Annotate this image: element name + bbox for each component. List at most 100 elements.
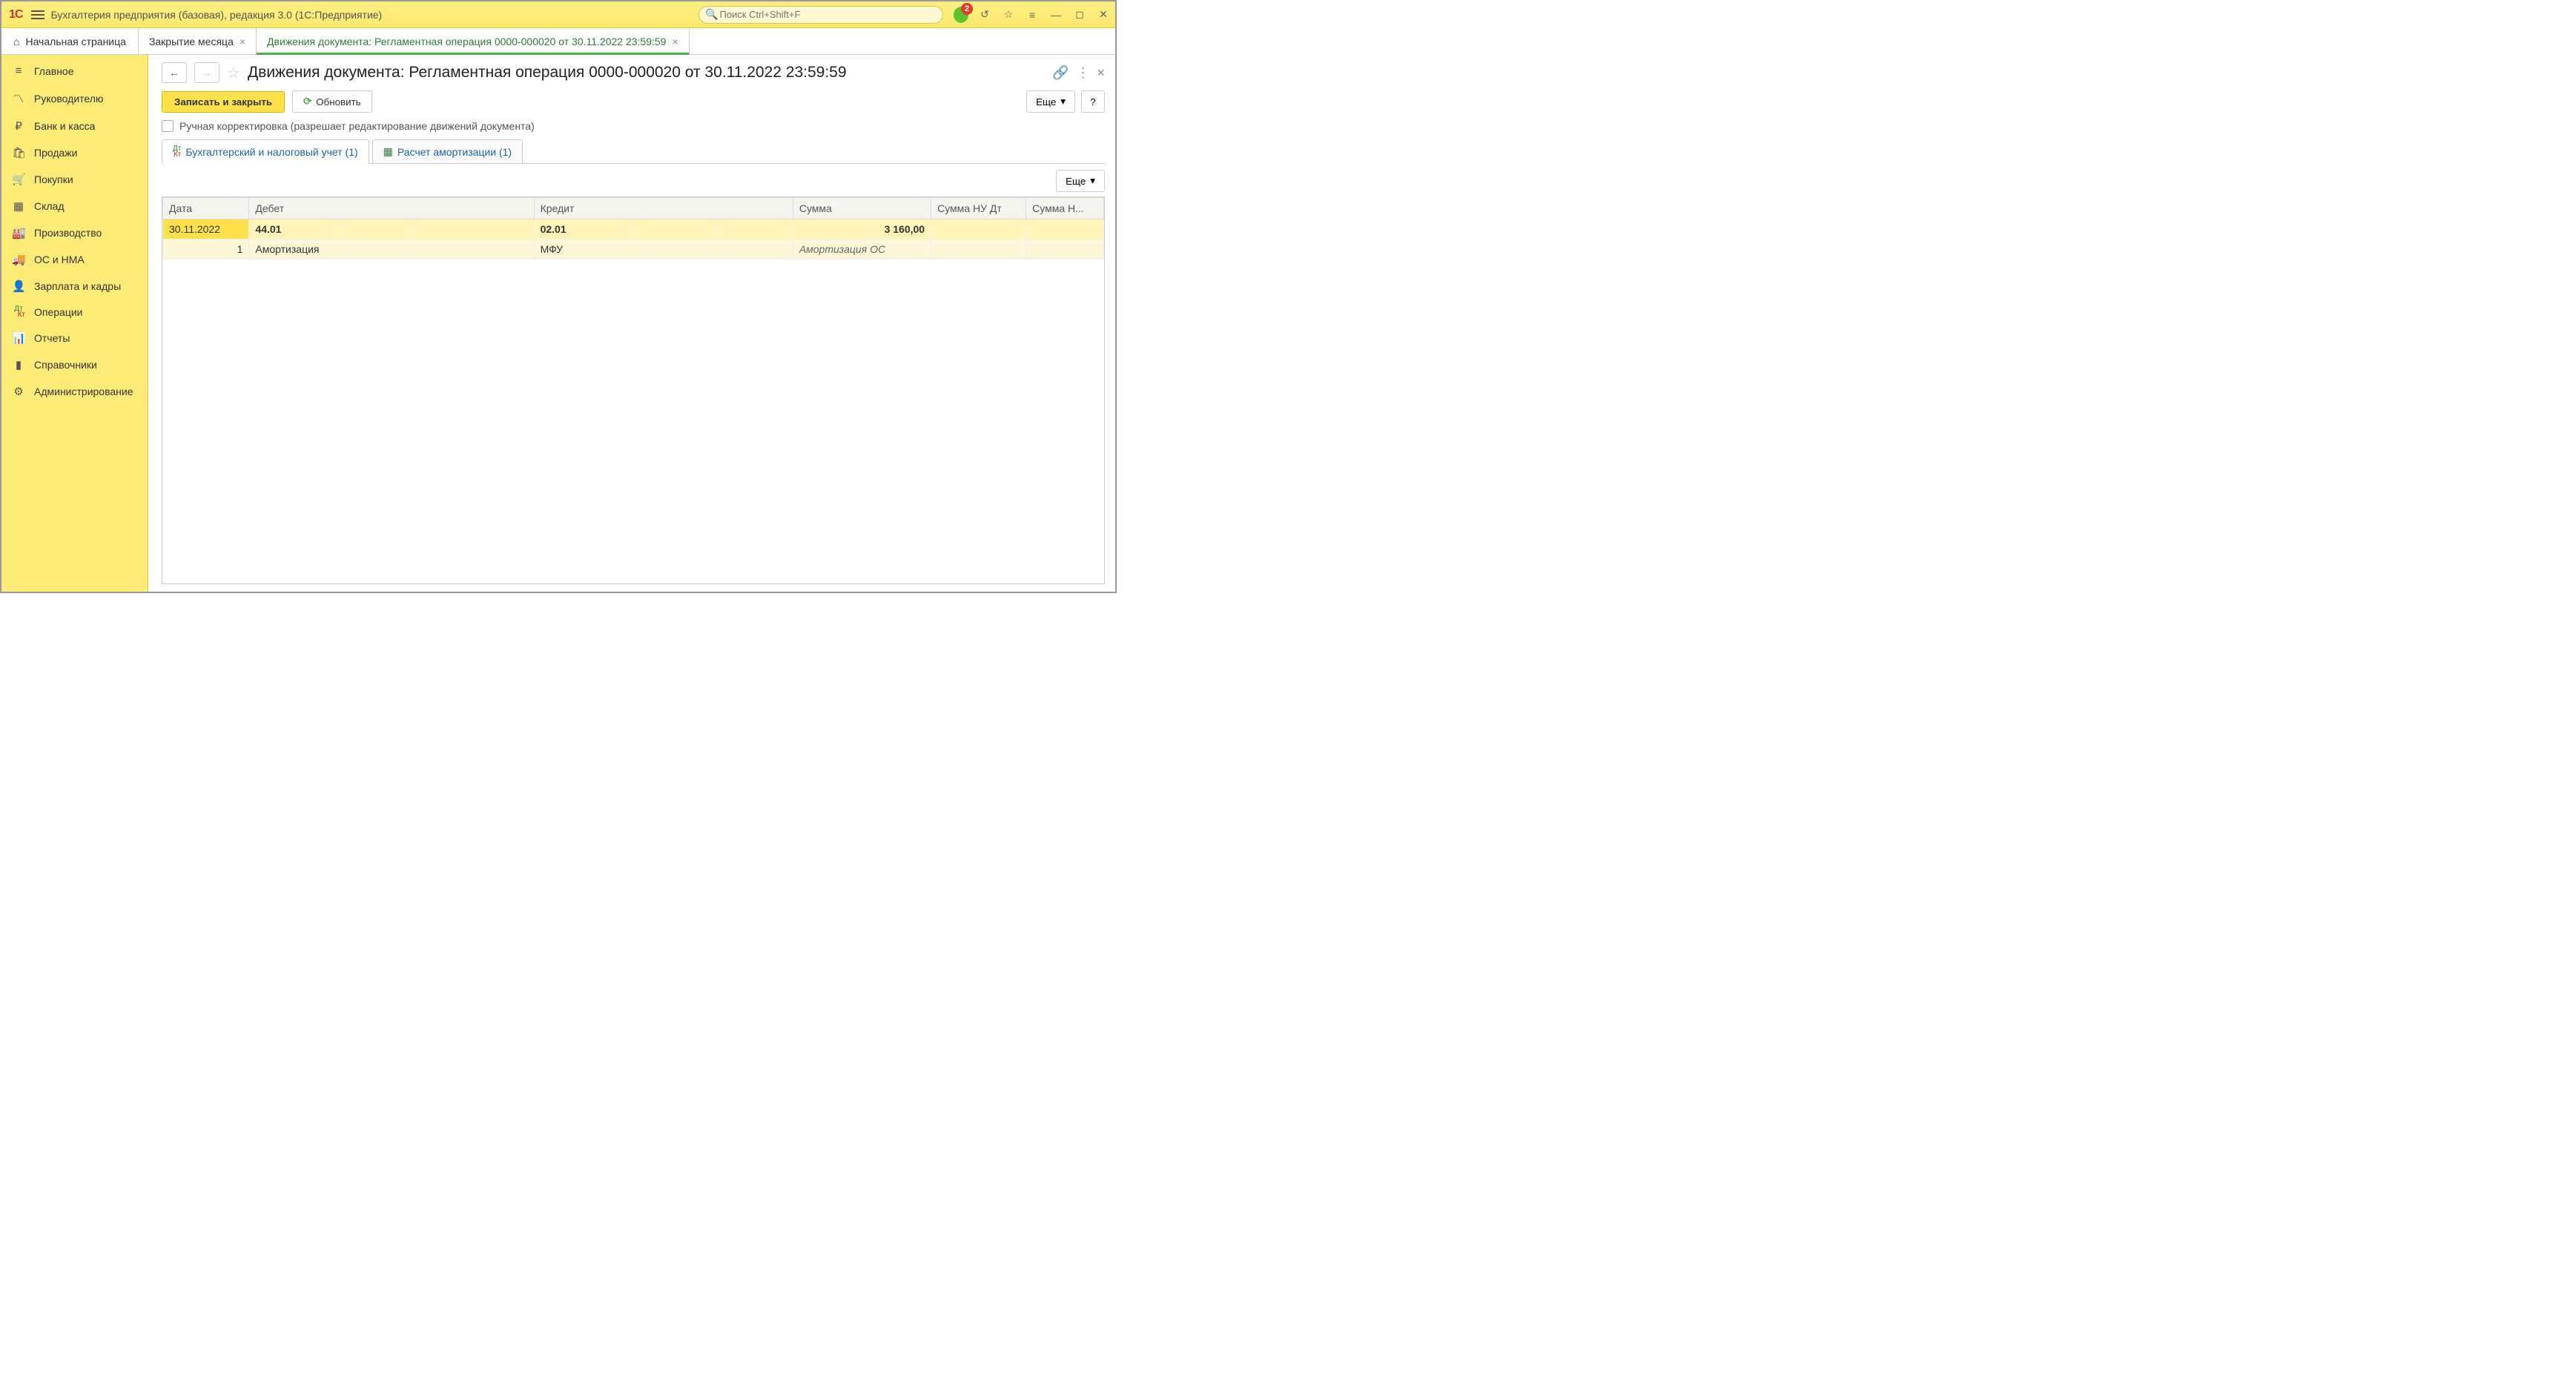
col-sum[interactable]: Сумма (793, 198, 931, 219)
chevron-down-icon: ▾ (1090, 175, 1095, 187)
person-icon: 👤 (12, 280, 25, 293)
forward-button[interactable]: → (194, 62, 219, 83)
cell-credit-account: 02.01 (534, 219, 629, 239)
tab-document-movements[interactable]: Движения документа: Регламентная операци… (257, 28, 690, 54)
favorite-star-button[interactable]: ☆ (227, 64, 240, 82)
tab-label: Движения документа: Регламентная операци… (267, 36, 666, 47)
col-credit[interactable]: Кредит (534, 198, 793, 219)
refresh-button[interactable]: ⟳Обновить (292, 90, 372, 113)
global-search[interactable]: 🔍 (699, 6, 943, 24)
sidebar-item-manager[interactable]: 〽Руководителю (1, 84, 148, 113)
sidebar-item-label: Справочники (34, 359, 97, 371)
close-window-button[interactable]: ✕ (1096, 7, 1111, 22)
manual-edit-checkbox[interactable] (162, 120, 174, 132)
history-button[interactable]: ↺ (977, 7, 992, 22)
cell-empty (716, 219, 793, 239)
more-menu-button[interactable]: ⋮ (1076, 65, 1089, 81)
link-button[interactable]: 🔗 (1052, 65, 1069, 81)
inner-tab-label: Бухгалтерский и налоговый учет (1) (185, 146, 357, 158)
cell-empty (1026, 239, 1104, 260)
table-icon: ▦ (383, 145, 393, 158)
cell-date: 30.11.2022 (163, 219, 249, 239)
sidebar-item-bank[interactable]: ₽Банк и касса (1, 113, 148, 139)
page-title: Движения документа: Регламентная операци… (248, 64, 847, 82)
truck-icon: 🚚 (12, 253, 25, 266)
sidebar-item-warehouse[interactable]: ▦ Склад (1, 193, 148, 219)
more-button[interactable]: Еще▾ (1026, 90, 1075, 113)
home-tab-label: Начальная страница (25, 36, 125, 47)
tab-month-closing[interactable]: Закрытие месяца × (139, 28, 257, 54)
notification-badge: 2 (961, 3, 973, 15)
home-icon: ⌂ (13, 36, 19, 47)
sidebar-item-label: Отчеты (34, 332, 70, 344)
posting-subrow[interactable]: 1 Амортизация МФУ Амортизация ОС (163, 239, 1104, 260)
section-sidebar: ≡Главное 〽Руководителю ₽Банк и касса 🛍Пр… (1, 55, 148, 592)
book-icon: ▮ (12, 358, 25, 371)
sidebar-item-label: Администрирование (34, 386, 133, 397)
notifications-button[interactable]: 2 (954, 7, 968, 22)
cell-debit-subconto: Амортизация (249, 239, 534, 260)
sidebar-item-catalogs[interactable]: ▮ Справочники (1, 351, 148, 378)
sidebar-item-label: Склад (34, 200, 65, 212)
boxes-icon: ▦ (12, 199, 25, 213)
table-more-label: Еще (1066, 176, 1086, 187)
cell-empty (931, 239, 1026, 260)
postings-table: Дата Дебет Кредит Сумма Сумма НУ Дт Сумм… (162, 196, 1105, 584)
cell-empty (413, 219, 534, 239)
col-sum-nu-kt[interactable]: Сумма Н... (1026, 198, 1104, 219)
back-button[interactable]: ← (162, 62, 187, 83)
sidebar-item-label: Продажи (34, 147, 77, 159)
tab-depreciation-calc[interactable]: ▦ Расчет амортизации (1) (372, 139, 523, 163)
sidebar-item-label: Операции (34, 306, 83, 318)
cell-debit-account: 44.01 (249, 219, 344, 239)
sidebar-item-label: Покупки (34, 173, 73, 185)
table-more-button[interactable]: Еще ▾ (1056, 170, 1105, 192)
sidebar-item-production[interactable]: 🏭Производство (1, 219, 148, 246)
content-area: ← → ☆ Движения документа: Регламентная о… (148, 55, 1115, 592)
search-input[interactable] (718, 8, 937, 21)
sidebar-item-label: Руководителю (34, 93, 103, 105)
inner-tab-label: Расчет амортизации (1) (397, 146, 512, 158)
manual-edit-label: Ручная корректировка (разрешает редактир… (179, 120, 535, 132)
cell-row-number: 1 (163, 239, 249, 260)
sidebar-item-sales[interactable]: 🛍Продажи (1, 139, 148, 166)
save-and-close-button[interactable]: Записать и закрыть (162, 91, 285, 113)
chevron-down-icon: ▾ (1060, 96, 1066, 108)
sidebar-item-label: Главное (34, 65, 74, 77)
tab-label: Закрытие месяца (149, 36, 234, 47)
refresh-icon: ⟳ (303, 96, 311, 108)
help-button[interactable]: ? (1081, 90, 1105, 113)
cell-content: Амортизация ОС (793, 239, 931, 260)
cell-empty (344, 219, 413, 239)
tab-close-icon[interactable]: × (672, 36, 678, 47)
main-menu-button[interactable] (31, 10, 44, 19)
minimize-button[interactable]: — (1048, 7, 1063, 22)
cell-empty (629, 219, 715, 239)
col-date[interactable]: Дата (163, 198, 249, 219)
cell-empty (1026, 219, 1104, 239)
title-bar: 1C Бухгалтерия предприятия (базовая), ре… (1, 1, 1115, 28)
close-page-button[interactable]: × (1097, 65, 1105, 81)
col-sum-nu-dt[interactable]: Сумма НУ Дт (931, 198, 1026, 219)
tab-close-icon[interactable]: × (240, 36, 245, 47)
dtkt-icon: ДтКт (12, 306, 25, 318)
home-tab[interactable]: ⌂ Начальная страница (1, 28, 139, 54)
tab-accounting[interactable]: ДтКт Бухгалтерский и налоговый учет (1) (162, 139, 369, 163)
sidebar-item-payroll[interactable]: 👤Зарплата и кадры (1, 273, 148, 300)
sidebar-item-assets[interactable]: 🚚ОС и НМА (1, 246, 148, 273)
cell-empty (931, 219, 1026, 239)
posting-row[interactable]: 30.11.2022 44.01 02.01 3 160,00 (163, 219, 1104, 239)
sidebar-item-operations[interactable]: ДтКт Операции (1, 300, 148, 325)
sidebar-item-reports[interactable]: 📊Отчеты (1, 325, 148, 351)
sidebar-item-main[interactable]: ≡Главное (1, 58, 148, 84)
app-title: Бухгалтерия предприятия (базовая), редак… (50, 9, 382, 21)
cell-sum: 3 160,00 (793, 219, 931, 239)
cart-icon: 🛒 (12, 173, 25, 186)
search-icon: 🔍 (705, 8, 718, 21)
maximize-button[interactable]: ◻ (1072, 7, 1087, 22)
col-debit[interactable]: Дебет (249, 198, 534, 219)
sidebar-item-purchases[interactable]: 🛒 Покупки (1, 166, 148, 193)
panel-settings-button[interactable]: ≡ (1025, 7, 1040, 22)
favorites-button[interactable]: ☆ (1001, 7, 1016, 22)
sidebar-item-admin[interactable]: ⚙Администрирование (1, 378, 148, 405)
